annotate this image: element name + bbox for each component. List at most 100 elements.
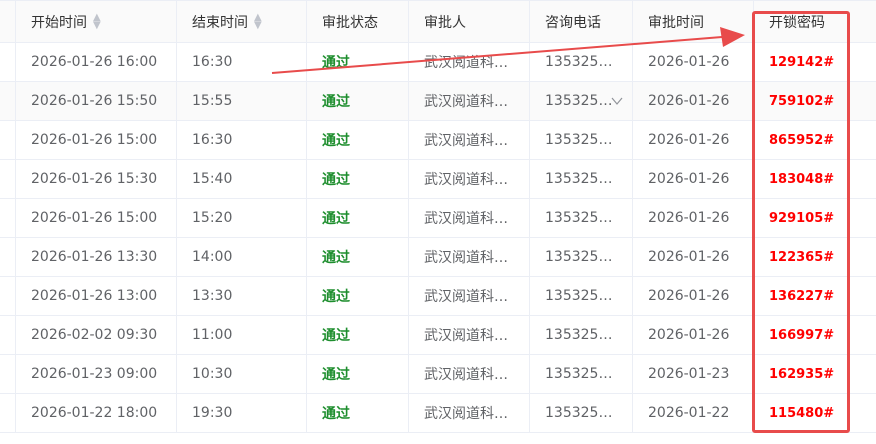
end-time-cell: 11:00 bbox=[176, 316, 306, 354]
records-table: 开始时间 ▲ ▼ 结束时间 ▲ ▼ 审批状态 审批人 咨询电话 审批时间 开锁密码 … bbox=[0, 0, 876, 433]
end-time-cell-text: 14:00 bbox=[192, 249, 233, 265]
phone-cell: 13532580000 bbox=[529, 160, 632, 198]
status-cell: 通过 bbox=[306, 199, 408, 237]
phone-cell-text: 13532580000 bbox=[545, 210, 632, 226]
end-time-cell: 15:55 bbox=[176, 82, 306, 120]
phone-cell-text: 13532580000 bbox=[545, 366, 632, 382]
chevron-down-icon[interactable] bbox=[610, 94, 624, 108]
start-time-cell-text: 2026-01-22 18:00 bbox=[31, 405, 158, 421]
row-spacer bbox=[0, 43, 15, 81]
unlock-code-cell: 129142# bbox=[753, 43, 876, 81]
table-row[interactable]: 2026-01-26 13:30 14:00 通过 武汉阅道科技有限公司 1353258… bbox=[0, 238, 876, 277]
end-time-cell-text: 15:40 bbox=[192, 171, 233, 187]
status-cell: 通过 bbox=[306, 355, 408, 393]
row-spacer bbox=[0, 238, 15, 276]
row-spacer bbox=[0, 277, 15, 315]
status-cell-text: 通过 bbox=[322, 172, 350, 188]
table-row[interactable]: 2026-01-26 16:00 16:30 通过 武汉阅道科技有限公司 1353258… bbox=[0, 43, 876, 82]
header-end-time[interactable]: 结束时间 ▲ ▼ bbox=[176, 1, 306, 42]
unlock-code-cell-text: 129142# bbox=[769, 54, 835, 70]
end-time-cell-text: 19:30 bbox=[192, 405, 233, 421]
table-header: 开始时间 ▲ ▼ 结束时间 ▲ ▼ 审批状态 审批人 咨询电话 审批时间 开锁密码 bbox=[0, 0, 876, 43]
table-row[interactable]: 2026-02-02 09:30 11:00 通过 武汉阅道科技有限公司 1353258… bbox=[0, 316, 876, 355]
table-row[interactable]: 2026-01-23 09:00 10:30 通过 武汉阅道科技有限公司 1353258… bbox=[0, 355, 876, 394]
start-time-cell-text: 2026-01-26 15:30 bbox=[31, 171, 158, 187]
approver-cell-text: 武汉阅道科技有限公司 bbox=[424, 55, 529, 71]
row-spacer bbox=[0, 199, 15, 237]
end-time-cell-text: 10:30 bbox=[192, 366, 233, 382]
unlock-code-cell-text: 166997# bbox=[769, 327, 835, 343]
approver-cell: 武汉阅道科技有限公司 bbox=[408, 43, 529, 81]
unlock-code-cell-text: 929105# bbox=[769, 210, 835, 226]
approval-time-cell: 2026-01-26 bbox=[632, 43, 753, 81]
sort-caret-icon[interactable]: ▲ ▼ bbox=[254, 12, 262, 30]
approval-time-cell: 2026-01-23 bbox=[632, 355, 753, 393]
start-time-cell: 2026-01-23 09:00 bbox=[15, 355, 176, 393]
phone-cell-text: 13532580000 bbox=[545, 405, 632, 421]
status-cell-text: 通过 bbox=[322, 367, 350, 383]
approval-time-cell: 2026-01-26 bbox=[632, 277, 753, 315]
start-time-cell-text: 2026-02-02 09:30 bbox=[31, 327, 158, 343]
phone-cell-text: 13532580000 bbox=[545, 54, 632, 70]
table-row[interactable]: 2026-01-22 18:00 19:30 通过 武汉阅道科技有限公司 1353258… bbox=[0, 394, 876, 433]
status-cell-text: 通过 bbox=[322, 289, 350, 305]
unlock-code-cell-text: 136227# bbox=[769, 288, 835, 304]
approval-time-cell: 2026-01-22 bbox=[632, 394, 753, 432]
end-time-cell-text: 15:55 bbox=[192, 93, 233, 109]
start-time-cell-text: 2026-01-26 15:50 bbox=[31, 93, 158, 109]
status-cell-text: 通过 bbox=[322, 133, 350, 149]
approval-time-cell: 2026-01-26 bbox=[632, 121, 753, 159]
header-start-time[interactable]: 开始时间 ▲ ▼ bbox=[15, 1, 176, 42]
table-body: 2026-01-26 16:0016:30通过武汉阅道科技有限公司1353258… bbox=[0, 43, 876, 433]
row-spacer bbox=[0, 316, 15, 354]
unlock-code-cell-text: 115480# bbox=[769, 405, 835, 421]
status-cell: 通过 bbox=[306, 316, 408, 354]
unlock-code-cell: 929105# bbox=[753, 199, 876, 237]
status-cell: 通过 bbox=[306, 43, 408, 81]
approval-time-cell-text: 2026-01-23 bbox=[648, 366, 730, 382]
end-time-cell-text: 16:30 bbox=[192, 132, 233, 148]
approval-time-cell: 2026-01-26 bbox=[632, 82, 753, 120]
end-time-cell: 13:30 bbox=[176, 277, 306, 315]
table-row[interactable]: 2026-01-26 15:50 15:55 通过 武汉阅道科技有限公司1353258… bbox=[0, 82, 876, 121]
end-time-cell: 10:30 bbox=[176, 355, 306, 393]
status-cell: 通过 bbox=[306, 82, 408, 120]
table-row[interactable]: 2026-01-26 15:00 15:20 通过 武汉阅道科技有限公司 1353258… bbox=[0, 199, 876, 238]
approver-cell: 武汉阅道科技有限公司 bbox=[408, 82, 529, 120]
end-time-cell: 15:40 bbox=[176, 160, 306, 198]
table-row[interactable]: 2026-01-26 13:00 13:30 通过 武汉阅道科技有限公司 1353258… bbox=[0, 277, 876, 316]
approval-time-cell-text: 2026-01-26 bbox=[648, 288, 730, 304]
sort-caret-icon[interactable]: ▲ ▼ bbox=[93, 12, 101, 30]
approval-time-cell-text: 2026-01-26 bbox=[648, 210, 730, 226]
approval-time-cell: 2026-01-26 bbox=[632, 238, 753, 276]
phone-cell: 13532580000 bbox=[529, 43, 632, 81]
header-approval-time: 审批时间 bbox=[632, 1, 753, 42]
approver-cell: 武汉阅道科技有限公司 bbox=[408, 121, 529, 159]
header-unlock-code: 开锁密码 bbox=[753, 1, 876, 42]
start-time-cell-text: 2026-01-23 09:00 bbox=[31, 366, 158, 382]
end-time-cell: 14:00 bbox=[176, 238, 306, 276]
approver-cell-text: 武汉阅道科技有限公司 bbox=[424, 211, 529, 227]
unlock-code-cell-text: 865952# bbox=[769, 132, 835, 148]
approval-time-cell-text: 2026-01-26 bbox=[648, 171, 730, 187]
status-cell-text: 通过 bbox=[322, 211, 350, 227]
approval-time-cell-text: 2026-01-22 bbox=[648, 405, 730, 421]
start-time-cell: 2026-01-26 15:50 bbox=[15, 82, 176, 120]
approver-cell-text: 武汉阅道科技有限公司 bbox=[424, 367, 529, 383]
approval-time-cell-text: 2026-01-26 bbox=[648, 54, 730, 70]
phone-cell-text: 13532580000 bbox=[545, 171, 632, 187]
table-row[interactable]: 2026-01-26 15:00 16:30 通过 武汉阅道科技有限公司 1353258… bbox=[0, 121, 876, 160]
phone-cell: 13532580000 bbox=[529, 121, 632, 159]
approver-cell-text: 武汉阅道科技有限公司 bbox=[424, 328, 529, 344]
approval-time-cell-text: 2026-01-26 bbox=[648, 327, 730, 343]
end-time-cell: 16:30 bbox=[176, 121, 306, 159]
status-cell: 通过 bbox=[306, 238, 408, 276]
table-row[interactable]: 2026-01-26 15:30 15:40 通过 武汉阅道科技有限公司 1353258… bbox=[0, 160, 876, 199]
row-spacer bbox=[0, 82, 15, 120]
row-spacer bbox=[0, 355, 15, 393]
phone-cell: 13532580000 bbox=[529, 277, 632, 315]
status-cell: 通过 bbox=[306, 394, 408, 432]
approval-time-cell: 2026-01-26 bbox=[632, 316, 753, 354]
row-spacer bbox=[0, 160, 15, 198]
end-time-cell-text: 13:30 bbox=[192, 288, 233, 304]
